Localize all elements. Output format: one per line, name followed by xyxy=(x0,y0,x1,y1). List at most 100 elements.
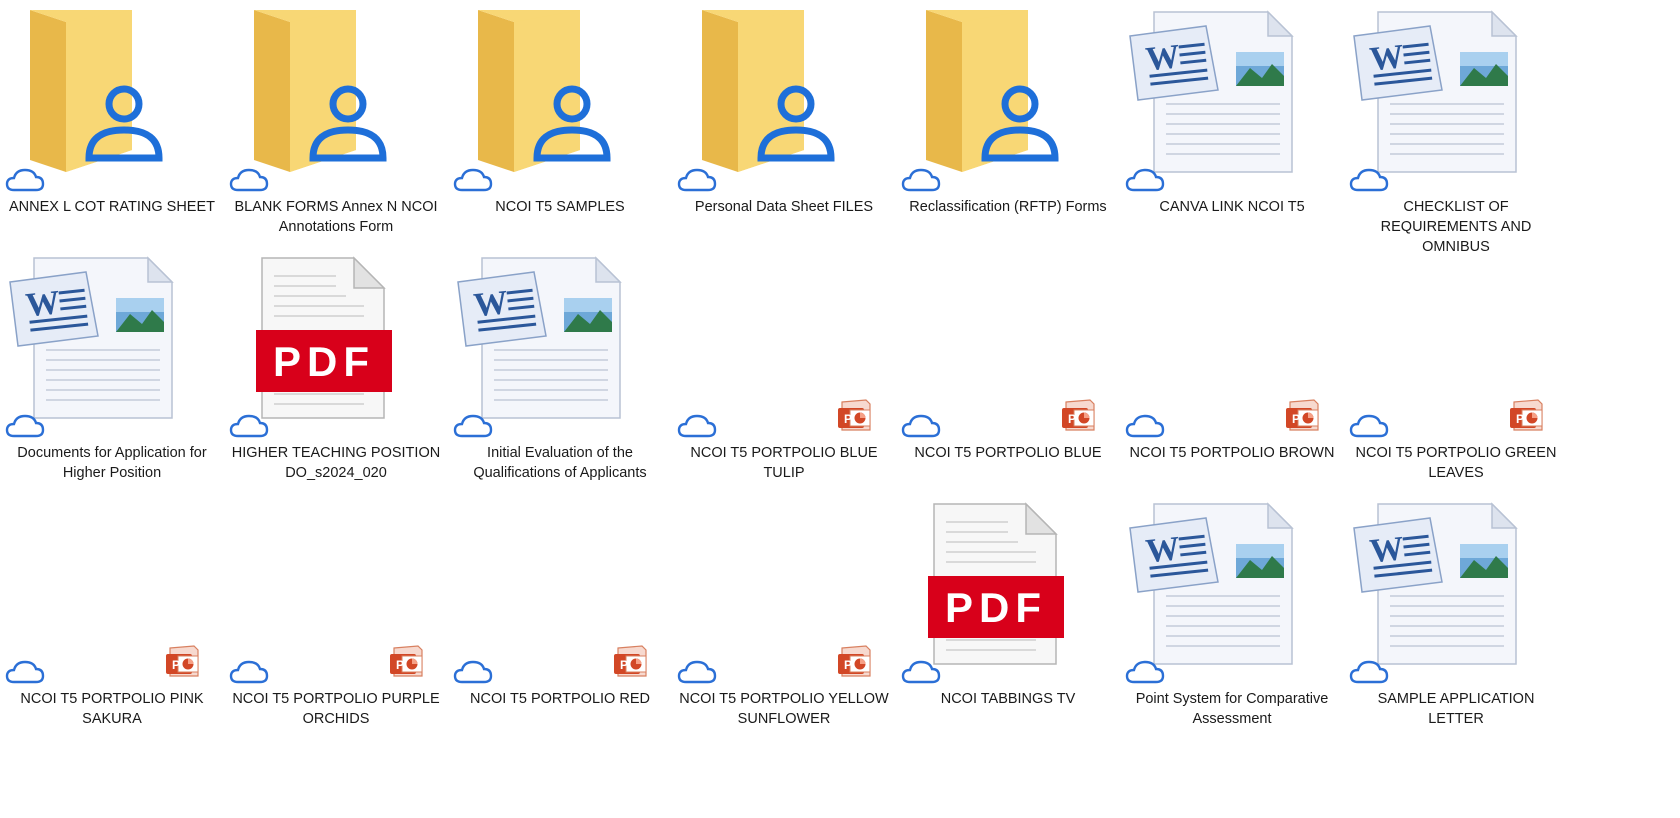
pdf-document-icon: PDF xyxy=(256,256,392,419)
file-item[interactable]: BLANK FORMS Annex N NCOI Annotations For… xyxy=(224,0,448,244)
file-grid: ANNEX L COT RATING SHEET BLANK FORMS Ann… xyxy=(0,0,1680,818)
file-item[interactable]: P NCOI T5 PORTPOLIO PURPLE ORCHIDS xyxy=(224,492,448,736)
file-item[interactable]: P NCOI T5 PORTPOLIO GREEN LEAVES xyxy=(1344,246,1568,490)
file-item[interactable]: P NCOI T5 PORTPOLIO BLUE TULIP xyxy=(672,246,896,490)
svg-text:P: P xyxy=(172,658,180,672)
file-name-label: NCOI T5 PORTPOLIO BLUE xyxy=(914,445,1102,461)
file-item[interactable]: PDF NCOI TABBINGS TV xyxy=(896,492,1120,736)
file-item[interactable]: W CANVA LINK NCOI T5 xyxy=(1120,0,1344,244)
file-name-label: Documents for Application for Higher Pos… xyxy=(17,445,207,481)
word-document-icon: W xyxy=(9,256,174,419)
file-name-label: NCOI T5 PORTPOLIO BROWN xyxy=(1129,445,1335,461)
shared-folder-icon xyxy=(30,10,163,172)
file-name-label: ANNEX L COT RATING SHEET xyxy=(9,199,215,215)
powerpoint-icon: P xyxy=(838,399,871,431)
file-thumbnail xyxy=(224,0,448,192)
cloud-icon xyxy=(453,168,493,192)
svg-text:P: P xyxy=(1516,412,1524,426)
file-name-label: Initial Evaluation of the Qualifications… xyxy=(473,445,647,481)
svg-text:PDF: PDF xyxy=(273,338,375,385)
file-thumbnail: W xyxy=(0,246,224,438)
file-item[interactable]: W Point System for Comparative Assessmen… xyxy=(1120,492,1344,736)
cloud-icon xyxy=(229,660,269,684)
file-item[interactable]: PDF HIGHER TEACHING POSITION DO_s2024_02… xyxy=(224,246,448,490)
file-thumbnail: W xyxy=(1344,0,1568,192)
file-name-label: Reclassification (RFTP) Forms xyxy=(909,199,1107,215)
file-item[interactable]: P NCOI T5 PORTPOLIO BLUE xyxy=(896,246,1120,490)
pdf-document-icon: PDF xyxy=(928,502,1064,665)
svg-text:P: P xyxy=(844,412,852,426)
cloud-icon xyxy=(677,660,717,684)
cloud-icon xyxy=(1349,414,1389,438)
powerpoint-icon: P xyxy=(614,645,647,677)
svg-text:P: P xyxy=(1068,412,1076,426)
cloud-icon xyxy=(1125,660,1165,684)
powerpoint-icon: P xyxy=(390,645,423,677)
file-item[interactable]: P NCOI T5 PORTPOLIO RED xyxy=(448,492,672,736)
cloud-icon xyxy=(229,414,269,438)
word-document-icon: W xyxy=(1129,502,1294,665)
svg-text:P: P xyxy=(844,658,852,672)
file-thumbnail: PDF xyxy=(896,492,1120,684)
cloud-icon xyxy=(677,414,717,438)
cloud-icon xyxy=(901,168,941,192)
powerpoint-icon: P xyxy=(1062,399,1095,431)
file-item[interactable]: W Documents for Application for Higher P… xyxy=(0,246,224,490)
file-name-label: NCOI T5 SAMPLES xyxy=(495,199,625,215)
file-item[interactable]: W CHECKLIST OF REQUIREMENTS AND OMNIBUS xyxy=(1344,0,1568,255)
file-item[interactable]: P NCOI T5 PORTPOLIO YELLOW SUNFLOWER xyxy=(672,492,896,736)
cloud-icon xyxy=(901,414,941,438)
file-name-label: NCOI T5 PORTPOLIO YELLOW SUNFLOWER xyxy=(679,691,889,727)
file-item[interactable]: ANNEX L COT RATING SHEET xyxy=(0,0,224,244)
file-name-label: NCOI T5 PORTPOLIO PINK SAKURA xyxy=(20,691,204,727)
file-name-label: Personal Data Sheet FILES xyxy=(694,199,874,215)
file-name-label: CANVA LINK NCOI T5 xyxy=(1159,199,1305,215)
file-thumbnail: W xyxy=(1120,0,1344,192)
cloud-icon xyxy=(901,660,941,684)
word-document-icon: W xyxy=(457,256,622,419)
shared-folder-icon xyxy=(478,10,611,172)
cloud-icon xyxy=(1349,660,1389,684)
file-item[interactable]: P NCOI T5 PORTPOLIO BROWN xyxy=(1120,246,1344,490)
svg-text:PDF: PDF xyxy=(945,584,1047,631)
file-item[interactable]: P NCOI T5 PORTPOLIO PINK SAKURA xyxy=(0,492,224,736)
powerpoint-icon: P xyxy=(838,645,871,677)
powerpoint-icon: P xyxy=(1286,399,1319,431)
file-item[interactable]: W Initial Evaluation of the Qualificatio… xyxy=(448,246,672,490)
svg-text:P: P xyxy=(1292,412,1300,426)
word-document-icon: W xyxy=(1353,10,1518,173)
file-item[interactable]: Personal Data Sheet FILES xyxy=(672,0,896,244)
file-name-label: NCOI T5 PORTPOLIO PURPLE ORCHIDS xyxy=(232,691,440,727)
cloud-icon xyxy=(1349,168,1389,192)
file-item[interactable]: W SAMPLE APPLICATION LETTER xyxy=(1344,492,1568,736)
cloud-icon xyxy=(5,168,45,192)
file-thumbnail xyxy=(896,0,1120,192)
file-thumbnail xyxy=(0,0,224,192)
file-name-label: NCOI T5 PORTPOLIO RED xyxy=(470,691,650,707)
file-name-label: HIGHER TEACHING POSITION DO_s2024_020 xyxy=(231,445,441,481)
file-name-label: NCOI TABBINGS TV xyxy=(940,691,1076,707)
powerpoint-icon: P xyxy=(166,645,199,677)
cloud-icon xyxy=(453,414,493,438)
file-name-label: BLANK FORMS Annex N NCOI Annotations For… xyxy=(234,199,438,235)
file-thumbnail: W xyxy=(1120,492,1344,684)
powerpoint-icon: P xyxy=(1510,399,1543,431)
file-thumbnail: PDF xyxy=(224,246,448,438)
cloud-icon xyxy=(453,660,493,684)
file-thumbnail xyxy=(672,0,896,192)
svg-text:P: P xyxy=(396,658,404,672)
cloud-icon xyxy=(1125,168,1165,192)
file-thumbnail xyxy=(448,0,672,192)
shared-folder-icon xyxy=(254,10,387,172)
word-document-icon: W xyxy=(1129,10,1294,173)
cloud-icon xyxy=(5,414,45,438)
file-name-label: NCOI T5 PORTPOLIO BLUE TULIP xyxy=(690,445,878,481)
word-document-icon: W xyxy=(1353,502,1518,665)
file-name-label: NCOI T5 PORTPOLIO GREEN LEAVES xyxy=(1355,445,1557,481)
file-item[interactable]: NCOI T5 SAMPLES xyxy=(448,0,672,244)
file-name-label: SAMPLE APPLICATION LETTER xyxy=(1377,691,1535,727)
svg-text:P: P xyxy=(620,658,628,672)
cloud-icon xyxy=(229,168,269,192)
file-name-label: Point System for Comparative Assessment xyxy=(1135,691,1329,727)
file-item[interactable]: Reclassification (RFTP) Forms xyxy=(896,0,1120,244)
